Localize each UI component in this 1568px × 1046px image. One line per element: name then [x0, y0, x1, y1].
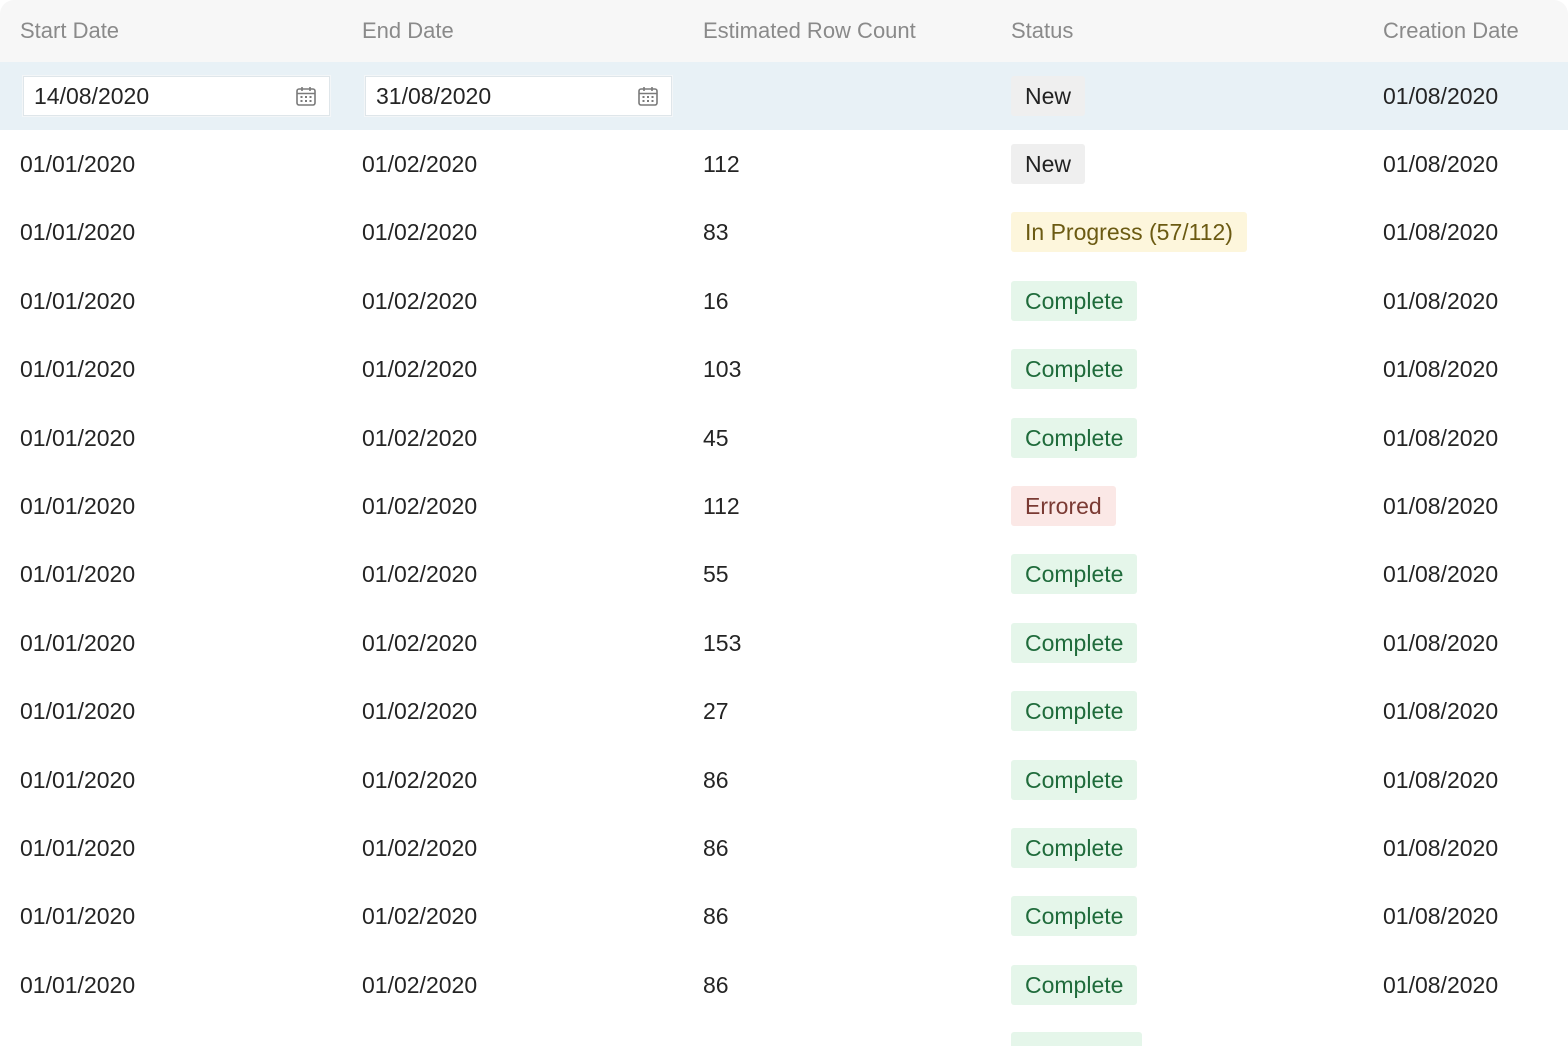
status-badge: Complete	[1011, 280, 1138, 321]
estimated-row-count-cell: 86	[703, 971, 729, 998]
column-header-end-date[interactable]: End Date	[362, 0, 454, 62]
column-header-creation-date[interactable]: Creation Date	[1383, 0, 1519, 62]
status-badge: Complete	[1011, 828, 1138, 868]
estimated-row-count-cell: 27	[703, 698, 729, 725]
creation-date-cell: 01/08/2020	[1383, 561, 1499, 588]
start-date-cell: 01/01/2020	[20, 561, 136, 588]
creation-date-cell: 01/08/2020	[1383, 356, 1499, 383]
end-date-cell: 01/02/2020	[362, 971, 478, 998]
creation-date-cell: 01/08/2020	[1383, 698, 1499, 725]
end-date-cell: 01/02/2020	[362, 151, 478, 177]
end-date-cell: 01/02/2020	[362, 356, 478, 383]
creation-date-cell: 01/08/2020	[1383, 424, 1499, 451]
table-row[interactable]: 01/01/2020 01/02/2020 86 Complete 01/08/2020	[0, 814, 1568, 882]
creation-date-cell: 01/08/2020	[1383, 971, 1499, 998]
end-date-input[interactable]: 31/08/2020	[376, 77, 491, 115]
start-date-cell: 01/01/2020	[20, 151, 136, 177]
estimated-row-count-cell: 103	[703, 356, 742, 383]
start-date-cell: 01/01/2020	[20, 356, 136, 383]
end-date-cell: 01/02/2020	[362, 629, 478, 656]
end-date-cell: 01/02/2020	[362, 698, 478, 725]
start-date-cell: 01/01/2020	[20, 287, 136, 314]
estimated-row-count-cell: 112	[703, 151, 740, 177]
start-date-input[interactable]: 14/08/2020	[34, 77, 149, 115]
table-row[interactable]: 01/01/2020 01/02/2020 112 Errored 01/08/2020	[0, 472, 1568, 540]
end-date-cell: 01/02/2020	[362, 561, 478, 588]
estimated-row-count-cell: 55	[703, 561, 729, 588]
jobs-table: Start Date End Date Estimated Row Count …	[0, 0, 1568, 1046]
end-date-cell: 01/02/2020	[362, 835, 478, 861]
table-header: Start Date End Date Estimated Row Count …	[0, 0, 1568, 62]
creation-date-cell: 01/08/2020	[1383, 766, 1499, 793]
table-row[interactable]: 01/01/2020 01/02/2020 86 Complete 01/08/2020	[0, 951, 1568, 1019]
column-header-status[interactable]: Status	[1011, 0, 1073, 62]
start-date-cell: 01/01/2020	[20, 424, 136, 451]
end-date-cell: 01/02/2020	[362, 493, 478, 519]
status-badge: New	[1011, 76, 1086, 116]
creation-date-cell: 01/08/2020	[1383, 83, 1499, 109]
end-date-cell: 01/02/2020	[362, 424, 478, 451]
table-row[interactable]: 01/01/2020 01/02/2020 55 Complete 01/08/2020	[0, 540, 1568, 608]
column-header-start-date[interactable]: Start Date	[20, 0, 119, 62]
end-date-cell: 01/02/2020	[362, 287, 478, 314]
status-badge: New	[1011, 144, 1086, 184]
creation-date-cell: 01/08/2020	[1383, 493, 1499, 519]
status-badge: Complete	[1011, 964, 1138, 1005]
start-date-cell: 01/01/2020	[20, 835, 136, 861]
calendar-icon[interactable]	[637, 85, 659, 107]
status-badge: Complete	[1011, 349, 1138, 390]
estimated-row-count-cell: 16	[703, 287, 729, 314]
estimated-row-count-cell: 112	[703, 493, 740, 519]
table-row[interactable]: 01/01/2020 01/02/2020 112 New 01/08/2020	[0, 130, 1568, 198]
start-date-picker[interactable]: 14/08/2020	[23, 76, 330, 116]
table-row[interactable]: 01/01/2020 01/02/2020 83 In Progress (57/11…	[0, 198, 1568, 266]
estimated-row-count-cell: 153	[703, 629, 742, 656]
status-badge: Complete	[1011, 759, 1138, 800]
creation-date-cell: 01/08/2020	[1383, 835, 1499, 861]
status-badge: Errored	[1011, 486, 1116, 526]
new-entry-row: 14/08/2020 31/08/2020 New 01/08/2020	[0, 62, 1568, 130]
status-badge: Complete	[1011, 622, 1138, 663]
start-date-cell: 01/01/2020	[20, 219, 136, 246]
end-date-cell: 01/02/2020	[362, 766, 478, 793]
table-row[interactable]: 01/01/2020 01/02/2020 45 Complete 01/08/2020	[0, 404, 1568, 472]
table-row[interactable]: 01/01/2020 01/02/2020 16 Complete 01/08/2020	[0, 267, 1568, 335]
estimated-row-count-cell: 45	[703, 424, 729, 451]
creation-date-cell: 01/08/2020	[1383, 629, 1499, 656]
end-date-cell: 01/02/2020	[362, 219, 478, 246]
table-row[interactable]: 01/01/2020 01/02/2020 27 Complete 01/08/2020	[0, 677, 1568, 745]
table-row[interactable]: 01/01/2020 01/02/2020 86 Complete 01/08/2020	[0, 746, 1568, 814]
end-date-picker[interactable]: 31/08/2020	[365, 76, 672, 116]
estimated-row-count-cell: 86	[703, 903, 729, 930]
estimated-row-count-cell: 86	[703, 835, 729, 861]
table-row[interactable]: 01/01/2020 01/02/2020 86 Complete 01/08/2020	[0, 882, 1568, 950]
status-badge: Complete	[1011, 691, 1138, 732]
creation-date-cell: 01/08/2020	[1383, 287, 1499, 314]
start-date-cell: 01/01/2020	[20, 493, 136, 519]
creation-date-cell: 01/08/2020	[1383, 219, 1499, 246]
status-badge: Complete	[1011, 554, 1138, 595]
column-header-estimated-row-count[interactable]: Estimated Row Count	[703, 0, 916, 62]
estimated-row-count-cell: 83	[703, 219, 729, 246]
table-row[interactable]: 01/01/2020 01/02/2020 103 Complete 01/08/202…	[0, 335, 1568, 403]
end-date-cell: 01/02/2020	[362, 903, 478, 930]
status-badge: In Progress (57/112)	[1011, 212, 1247, 253]
calendar-icon[interactable]	[295, 85, 317, 107]
status-badge: Complete	[1011, 417, 1138, 458]
table-row[interactable]: 01/01/2020 01/02/2020 153 Complete 01/08/202…	[0, 609, 1568, 677]
creation-date-cell: 01/08/2020	[1383, 903, 1499, 930]
status-badge	[1011, 1032, 1142, 1046]
start-date-cell: 01/01/2020	[20, 629, 136, 656]
creation-date-cell: 01/08/2020	[1383, 151, 1499, 177]
estimated-row-count-cell: 86	[703, 766, 729, 793]
start-date-cell: 01/01/2020	[20, 766, 136, 793]
start-date-cell: 01/01/2020	[20, 971, 136, 998]
start-date-cell: 01/01/2020	[20, 698, 136, 725]
start-date-cell: 01/01/2020	[20, 903, 136, 930]
status-badge: Complete	[1011, 896, 1138, 937]
